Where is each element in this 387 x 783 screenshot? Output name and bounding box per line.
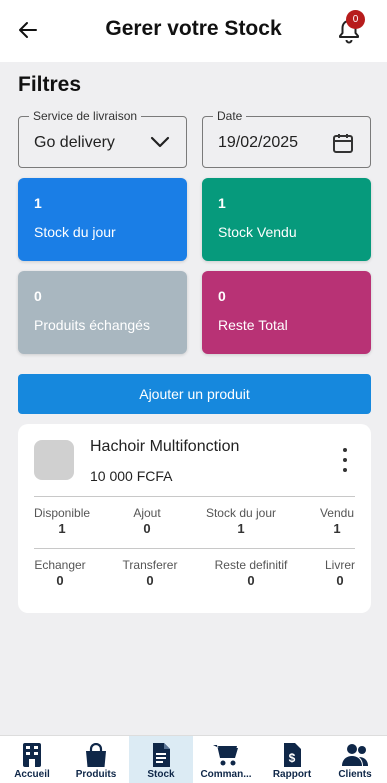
metric-value: 1 (237, 521, 245, 536)
nav-label: Rapport (272, 769, 312, 780)
product-name: Hachoir Multifonction (90, 438, 240, 455)
metric-livrer: Livrer 0 (318, 558, 362, 588)
stat-value: 0 (34, 288, 42, 304)
metric-label: Stock du jour (205, 506, 277, 520)
stat-card-produits-echanges[interactable]: 0 Produits échangés (18, 271, 187, 354)
delivery-service-label: Service de livraison (29, 109, 142, 123)
metric-ajout: Ajout 0 (122, 506, 172, 536)
svg-text:$: $ (289, 751, 296, 765)
product-thumbnail (34, 440, 74, 480)
product-card[interactable]: Hachoir Multifonction 10 000 FCFA Dispon… (18, 424, 371, 613)
stat-label: Stock Vendu (218, 224, 297, 240)
stat-card-stock-vendu[interactable]: 1 Stock Vendu (202, 178, 371, 261)
nav-item-clients[interactable]: Clients (323, 736, 387, 783)
stat-card-reste-total[interactable]: 0 Reste Total (202, 271, 371, 354)
document-icon (153, 743, 170, 767)
metric-label: Echanger (34, 558, 86, 572)
nav-label: Clients (338, 769, 372, 780)
metric-label: Disponible (34, 506, 91, 520)
delivery-service-value: Go delivery (34, 134, 115, 151)
metric-value: 0 (146, 573, 154, 588)
nav-label: Stock (147, 769, 175, 780)
invoice-dollar-icon: $ (284, 743, 301, 767)
metric-echanger: Echanger 0 (32, 558, 88, 588)
stat-value: 1 (34, 195, 42, 211)
more-options-icon[interactable] (336, 448, 354, 472)
metric-label: Transferer (122, 558, 178, 572)
page-title: Gerer votre Stock (105, 17, 282, 40)
stat-label: Produits échangés (34, 317, 150, 333)
metric-value: 0 (143, 521, 151, 536)
stat-value: 1 (218, 195, 226, 211)
metric-stock-du-jour: Stock du jour 1 (202, 506, 280, 536)
nav-item-produits[interactable]: Produits (64, 736, 128, 783)
metric-disponible: Disponible 1 (34, 506, 90, 536)
date-label: Date (213, 109, 247, 123)
nav-item-accueil[interactable]: Accueil (0, 736, 64, 783)
metric-label: Vendu (319, 506, 355, 520)
users-icon (342, 744, 368, 766)
calendar-icon[interactable] (332, 132, 354, 154)
delivery-service-select[interactable]: Service de livraison Go delivery (18, 109, 187, 168)
building-icon (23, 743, 41, 767)
divider (34, 496, 355, 497)
chevron-down-icon (150, 136, 170, 148)
metric-vendu: Vendu 1 (314, 506, 360, 536)
cart-icon (213, 745, 238, 766)
date-value: 19/02/2025 (218, 134, 299, 151)
add-product-button[interactable]: Ajouter un produit (18, 374, 371, 414)
nav-label: Comman... (200, 769, 252, 780)
app-header: Gerer votre Stock 0 (0, 0, 387, 62)
stat-card-stock-du-jour[interactable]: 1 Stock du jour (18, 178, 187, 261)
metric-value: 1 (333, 521, 341, 536)
filters-title: Filtres (18, 73, 82, 96)
nav-item-stock[interactable]: Stock (129, 736, 193, 783)
nav-item-commandes[interactable]: Comman... (194, 736, 258, 783)
metric-reste-definitif: Reste definitif 0 (206, 558, 296, 588)
nav-label: Produits (75, 769, 117, 780)
metric-label: Livrer (324, 558, 355, 572)
date-field[interactable]: Date 19/02/2025 (202, 109, 371, 168)
stat-label: Stock du jour (34, 224, 116, 240)
shopping-bag-icon (86, 743, 106, 767)
stat-label: Reste Total (218, 317, 288, 333)
metric-value: 0 (56, 573, 64, 588)
metric-value: 0 (247, 573, 255, 588)
stat-value: 0 (218, 288, 226, 304)
metric-value: 1 (58, 521, 66, 536)
metric-value: 0 (336, 573, 344, 588)
bottom-navigation: Accueil Produits Stock Comman... $ Rappo… (0, 735, 387, 783)
metric-transferer: Transferer 0 (118, 558, 182, 588)
metric-label: Ajout (133, 506, 161, 520)
notification-badge: 0 (346, 10, 365, 29)
metric-label: Reste definitif (214, 558, 288, 572)
nav-item-rapport[interactable]: $ Rapport (260, 736, 324, 783)
nav-label: Accueil (14, 769, 50, 780)
divider (34, 548, 355, 549)
product-price: 10 000 FCFA (90, 468, 173, 484)
